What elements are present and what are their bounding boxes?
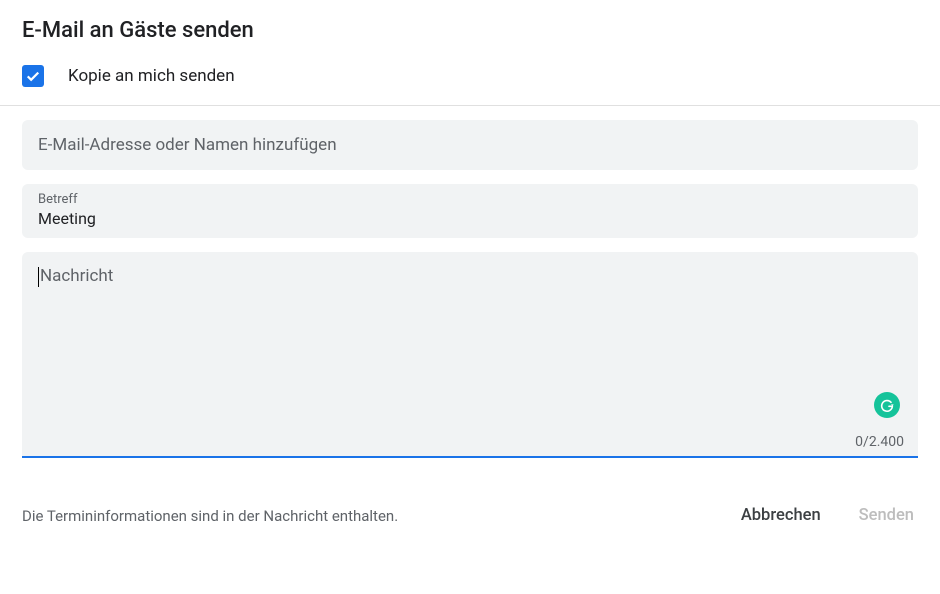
subject-field[interactable]: Betreff Meeting xyxy=(22,184,918,238)
subject-value: Meeting xyxy=(38,209,902,228)
send-button[interactable]: Senden xyxy=(855,500,918,531)
form-area: E-Mail-Adresse oder Namen hinzufügen Bet… xyxy=(0,106,940,458)
text-caret xyxy=(38,267,39,287)
check-icon xyxy=(24,67,42,85)
copy-to-self-checkbox[interactable] xyxy=(22,65,44,87)
message-placeholder: Nachricht xyxy=(38,266,902,287)
cancel-button[interactable]: Abbrechen xyxy=(737,500,825,531)
char-counter: 0/2.400 xyxy=(855,434,904,450)
email-guests-dialog: E-Mail an Gäste senden Kopie an mich sen… xyxy=(0,0,940,531)
recipients-placeholder: E-Mail-Adresse oder Namen hinzufügen xyxy=(38,135,337,155)
dialog-footer: Die Termininformationen sind in der Nach… xyxy=(0,458,940,531)
footer-note: Die Termininformationen sind in der Nach… xyxy=(22,507,398,525)
dialog-title: E-Mail an Gäste senden xyxy=(22,18,918,43)
dialog-header: E-Mail an Gäste senden xyxy=(0,0,940,57)
message-field[interactable]: Nachricht 0/2.400 xyxy=(22,252,918,458)
copy-to-self-label: Kopie an mich senden xyxy=(68,66,235,86)
copy-to-self-row: Kopie an mich senden xyxy=(0,57,940,105)
subject-label: Betreff xyxy=(38,192,902,207)
char-limit: 2.400 xyxy=(869,434,904,450)
grammarly-icon[interactable] xyxy=(874,392,900,418)
recipients-field[interactable]: E-Mail-Adresse oder Namen hinzufügen xyxy=(22,120,918,170)
message-placeholder-text: Nachricht xyxy=(40,266,113,286)
footer-actions: Abbrechen Senden xyxy=(737,500,918,531)
char-count: 0 xyxy=(855,434,863,450)
